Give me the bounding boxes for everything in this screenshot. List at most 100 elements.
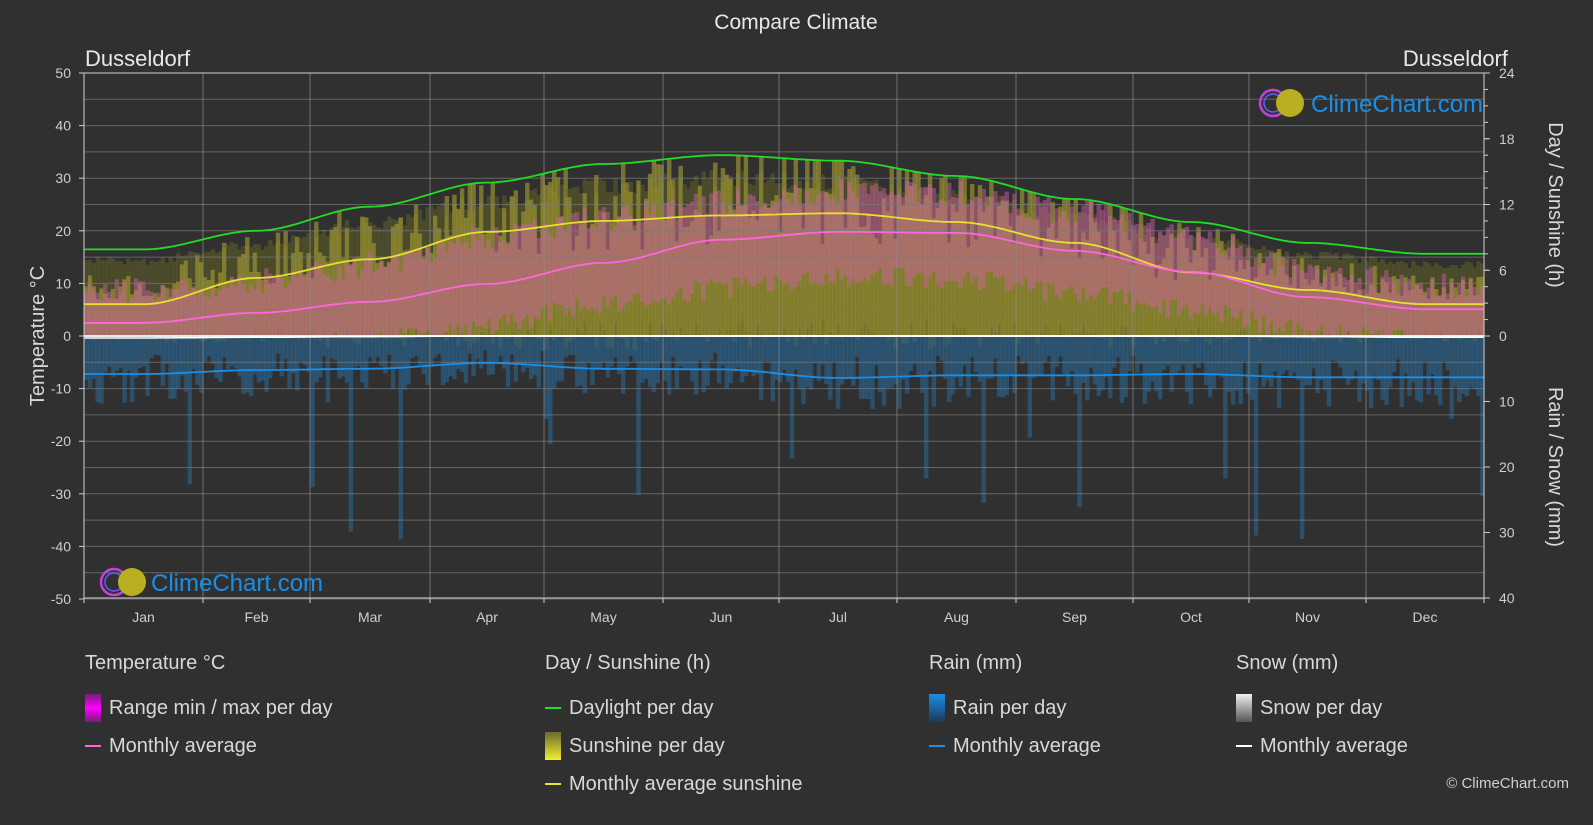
rain-bar [475, 336, 480, 360]
temp-range-bar [490, 248, 496, 335]
temp-range-bar [153, 299, 158, 336]
y-right-tick-label: 24 [1499, 65, 1515, 81]
rain-bar [1192, 336, 1197, 365]
temp-range-bar [1188, 234, 1194, 319]
temp-range-bar [624, 204, 630, 303]
rain-bar [356, 336, 361, 366]
rain-bar [394, 336, 400, 369]
x-tick-label: Jul [829, 609, 847, 625]
rain-bar [908, 336, 914, 372]
rain-bar [889, 336, 894, 388]
rain-bar [935, 336, 940, 356]
rain-bar [1326, 336, 1332, 407]
temp-range-bar [1184, 226, 1190, 305]
temp-range-bar [720, 202, 726, 285]
temp-range-bar [1150, 218, 1155, 308]
temp-range-bar [785, 198, 791, 283]
rain-bar [1292, 336, 1297, 373]
temp-range-bar [1242, 258, 1247, 329]
rain-bar [912, 336, 917, 365]
temp-range-bar [563, 230, 568, 315]
rain-bar [229, 336, 235, 366]
rain-bar [770, 336, 776, 402]
temp-range-bar [1050, 222, 1056, 286]
temp-range-bar [843, 199, 848, 276]
rain-bar [870, 336, 875, 410]
rain-bar [1058, 336, 1063, 357]
temp-range-bar [1192, 251, 1197, 313]
rain-bar [690, 336, 695, 382]
rain-bar [613, 336, 618, 358]
temp-range-bar [260, 293, 265, 336]
rain-bar [620, 336, 626, 394]
rain-bar [168, 336, 173, 399]
x-tick-label: Feb [244, 609, 268, 625]
legend-temperature: Temperature °C Range min / max per day M… [85, 652, 332, 765]
temp-range-bar [705, 213, 710, 283]
rain-bar [1338, 336, 1343, 368]
temp-range-bar [91, 289, 97, 336]
temp-range-bar [762, 202, 768, 277]
rain-bar [114, 336, 120, 372]
rain-bar [145, 336, 150, 397]
temp-range-bar [881, 188, 887, 286]
rain-bar [1069, 336, 1075, 372]
temp-range-bar [590, 225, 595, 308]
temp-range-bar [379, 261, 384, 333]
rain-bar [1169, 336, 1174, 392]
temp-range-bar [1204, 238, 1209, 315]
rain-bar [149, 336, 154, 359]
rain-bar [452, 336, 457, 380]
temp-range-bar [1334, 271, 1339, 336]
rain-bar [647, 336, 653, 387]
rain-bar [644, 336, 649, 379]
rain-bar [866, 336, 871, 399]
legend-label: Monthly average [953, 734, 1101, 757]
temp-range-bar [640, 221, 645, 303]
rain-bar [950, 336, 956, 395]
rain-bar [1257, 336, 1263, 364]
temp-range-bar [172, 289, 177, 336]
y-right-tick-label: 12 [1499, 197, 1515, 213]
rain-bar [126, 336, 131, 371]
temp-range-bar [218, 290, 223, 336]
rain-bar [939, 336, 944, 361]
rain-bar [1204, 336, 1209, 386]
temp-range-bar [99, 299, 104, 336]
rain-bar [1253, 336, 1259, 536]
temp-range-bar [413, 252, 419, 330]
rain-bar [490, 336, 496, 375]
temp-range-bar [1004, 191, 1009, 292]
temp-range-bar [1008, 212, 1013, 291]
temp-range-bar [145, 290, 150, 336]
watermark-bottom: ClimeChart.com [99, 567, 323, 597]
location-right: Dusseldorf [1403, 46, 1509, 71]
temp-range-bar [1330, 278, 1336, 336]
y-right-tick-label: 40 [1499, 590, 1515, 606]
rain-bar [831, 336, 837, 363]
temp-range-bar [824, 193, 829, 274]
temp-range-bar [494, 227, 499, 330]
temp-range-bar [605, 212, 611, 307]
temp-range-bar [329, 279, 334, 336]
temp-range-bar [1273, 276, 1278, 333]
rain-bar [348, 336, 354, 532]
temp-range-bar [977, 198, 983, 290]
x-tick-label: Jan [132, 609, 155, 625]
temp-range-bar [1207, 231, 1213, 307]
line-swatch-icon [1236, 745, 1252, 747]
temp-range-bar [1372, 286, 1378, 334]
temp-range-bar [210, 286, 216, 336]
temp-range-bar [179, 279, 185, 336]
rain-bar [1391, 336, 1397, 372]
line-swatch-icon [929, 745, 945, 747]
rain-bar [1311, 336, 1316, 369]
temp-range-bar [122, 281, 127, 336]
rain-bar [340, 336, 346, 377]
rain-bar [578, 336, 584, 386]
rain-bar [371, 336, 377, 363]
rain-bar [233, 336, 239, 369]
rain-bar [985, 336, 990, 379]
y-left-tick-label: 40 [55, 118, 71, 134]
legend-snow: Snow (mm) Snow per day Monthly average [1236, 652, 1408, 765]
